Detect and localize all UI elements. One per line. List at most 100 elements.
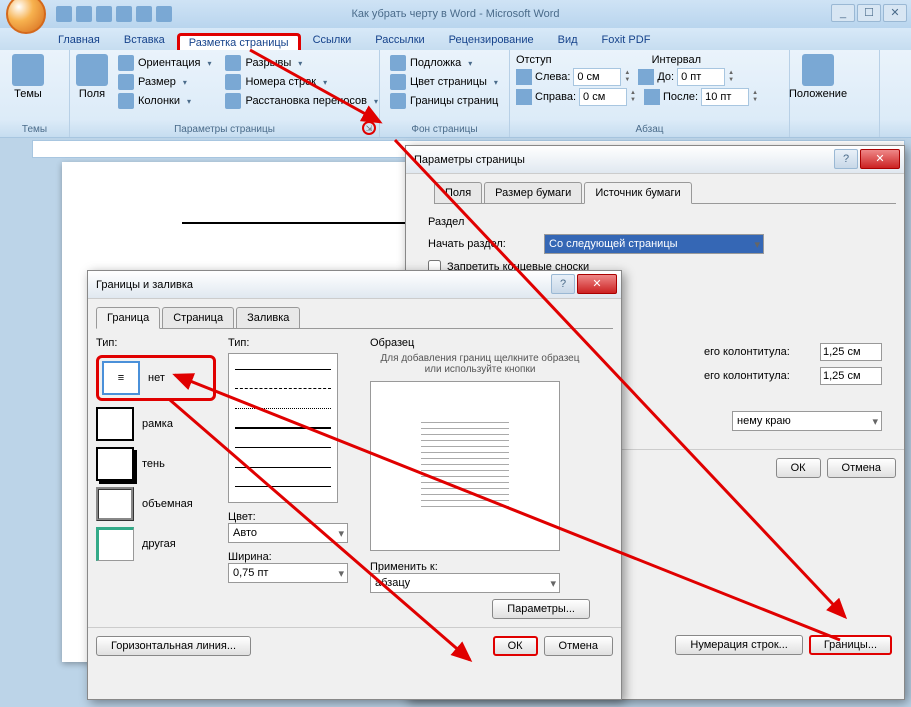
dialog-help-button[interactable]: ? xyxy=(834,149,858,169)
spinner[interactable]: ▲▼ xyxy=(728,70,734,84)
preview-hint: Для добавления границ щелкните образец и… xyxy=(370,353,590,375)
hyphenation-button[interactable]: Расстановка переносов xyxy=(221,92,382,110)
apply-to-label: Применить к: xyxy=(370,561,590,573)
preview-label: Образец xyxy=(370,337,590,349)
dialog-close-button[interactable]: ✕ xyxy=(860,149,900,169)
horizontal-line-button[interactable]: Горизонтальная линия... xyxy=(96,636,251,656)
borders-button[interactable]: Границы... xyxy=(809,635,892,655)
qat-redo-icon[interactable] xyxy=(96,6,112,22)
size-icon xyxy=(118,74,134,90)
cancel-button[interactable]: Отмена xyxy=(544,636,613,656)
apply-to-combo[interactable]: абзацу xyxy=(370,573,560,593)
border-type-3d[interactable]: объемная xyxy=(96,487,216,521)
footer-distance-input[interactable] xyxy=(820,367,882,385)
tab-page-layout[interactable]: Разметка страницы xyxy=(177,33,301,50)
indent-right-input[interactable] xyxy=(579,88,627,106)
page-borders-icon xyxy=(390,93,406,109)
style-label: Тип: xyxy=(228,337,358,349)
tab-view[interactable]: Вид xyxy=(546,30,590,50)
spacing-after-icon xyxy=(644,89,660,105)
tab-page-border[interactable]: Страница xyxy=(162,307,234,328)
watermark-icon xyxy=(390,55,406,71)
orientation-icon xyxy=(118,55,134,71)
margins-icon xyxy=(76,54,108,86)
qat-icon[interactable] xyxy=(116,6,132,22)
section-group-label: Раздел xyxy=(428,216,882,228)
border-preview[interactable] xyxy=(370,381,560,551)
border-type-shadow[interactable]: тень xyxy=(96,447,216,481)
qat-icon[interactable] xyxy=(156,6,172,22)
tab-margins[interactable]: Поля xyxy=(434,182,482,203)
spacing-after-input[interactable] xyxy=(701,88,749,106)
qat-undo-icon[interactable] xyxy=(76,6,92,22)
line-numbers-button[interactable]: Номера строк xyxy=(221,73,382,91)
border-type-none[interactable]: ≡нет xyxy=(96,355,216,401)
3d-icon xyxy=(96,487,134,521)
group-themes-label: Темы xyxy=(0,124,69,135)
box-icon xyxy=(96,407,134,441)
footer-distance-label: его колонтитула: xyxy=(704,370,814,382)
dialog-close-button[interactable]: ✕ xyxy=(577,274,617,294)
spacing-before-icon xyxy=(638,69,654,85)
themes-icon xyxy=(12,54,44,86)
shadow-icon xyxy=(96,447,134,481)
tab-review[interactable]: Рецензирование xyxy=(437,30,546,50)
columns-button[interactable]: Колонки xyxy=(114,92,215,110)
options-button[interactable]: Параметры... xyxy=(492,599,590,619)
hyphenation-icon xyxy=(225,93,241,109)
cancel-button[interactable]: Отмена xyxy=(827,458,896,478)
tab-foxit[interactable]: Foxit PDF xyxy=(590,30,663,50)
border-type-custom[interactable]: другая xyxy=(96,527,216,561)
spinner[interactable]: ▲▼ xyxy=(624,70,630,84)
spinner[interactable]: ▲▼ xyxy=(630,90,636,104)
position-icon xyxy=(802,54,834,86)
color-combo[interactable]: Авто xyxy=(228,523,348,543)
ok-button[interactable]: ОК xyxy=(776,458,821,478)
size-button[interactable]: Размер xyxy=(114,73,215,91)
margins-button[interactable]: Поля xyxy=(76,54,108,133)
borders-shading-dialog: Границы и заливка ? ✕ Граница Страница З… xyxy=(87,270,622,700)
line-numbers-button[interactable]: Нумерация строк... xyxy=(675,635,802,655)
indent-left-input[interactable] xyxy=(573,68,621,86)
tab-shading[interactable]: Заливка xyxy=(236,307,300,328)
color-label: Цвет: xyxy=(228,511,358,523)
type-label: Тип: xyxy=(96,337,216,349)
spacing-label: Интервал xyxy=(652,54,701,66)
page-borders-button[interactable]: Границы страниц xyxy=(386,92,502,110)
page-color-button[interactable]: Цвет страницы xyxy=(386,73,502,91)
header-distance-input[interactable] xyxy=(820,343,882,361)
breaks-button[interactable]: Разрывы xyxy=(221,54,382,72)
dialog-help-button[interactable]: ? xyxy=(551,274,575,294)
orientation-button[interactable]: Ориентация xyxy=(114,54,215,72)
dialog-title: Границы и заливка xyxy=(96,279,193,291)
tab-references[interactable]: Ссылки xyxy=(301,30,364,50)
line-style-list[interactable] xyxy=(228,353,338,503)
tab-mailings[interactable]: Рассылки xyxy=(363,30,436,50)
maximize-button[interactable]: ☐ xyxy=(857,4,881,22)
ok-button[interactable]: ОК xyxy=(493,636,538,656)
border-type-box[interactable]: рамка xyxy=(96,407,216,441)
tab-border[interactable]: Граница xyxy=(96,307,160,329)
spacing-before-input[interactable] xyxy=(677,68,725,86)
none-icon: ≡ xyxy=(102,361,140,395)
page-setup-dialog-launcher[interactable]: ⇲ xyxy=(362,121,376,135)
line-numbers-icon xyxy=(225,74,241,90)
indent-right-icon xyxy=(516,89,532,105)
tab-layout-source[interactable]: Источник бумаги xyxy=(584,182,691,204)
tab-home[interactable]: Главная xyxy=(46,30,112,50)
watermark-button[interactable]: Подложка xyxy=(386,54,502,72)
close-button[interactable]: ✕ xyxy=(883,4,907,22)
qat-save-icon[interactable] xyxy=(56,6,72,22)
width-combo[interactable]: 0,75 пт xyxy=(228,563,348,583)
position-button[interactable]: Положение xyxy=(796,54,840,133)
group-paragraph-label: Абзац xyxy=(510,124,789,135)
tab-insert[interactable]: Вставка xyxy=(112,30,177,50)
section-start-combo[interactable]: Со следующей страницы xyxy=(544,234,764,254)
tab-paper[interactable]: Размер бумаги xyxy=(484,182,582,203)
minimize-button[interactable]: _ xyxy=(831,4,855,22)
group-page-setup-label: Параметры страницы xyxy=(70,124,379,135)
qat-icon[interactable] xyxy=(136,6,152,22)
vertical-align-combo[interactable]: нему краю xyxy=(732,411,882,431)
spinner[interactable]: ▲▼ xyxy=(752,90,758,104)
themes-button[interactable]: Темы xyxy=(6,54,50,133)
